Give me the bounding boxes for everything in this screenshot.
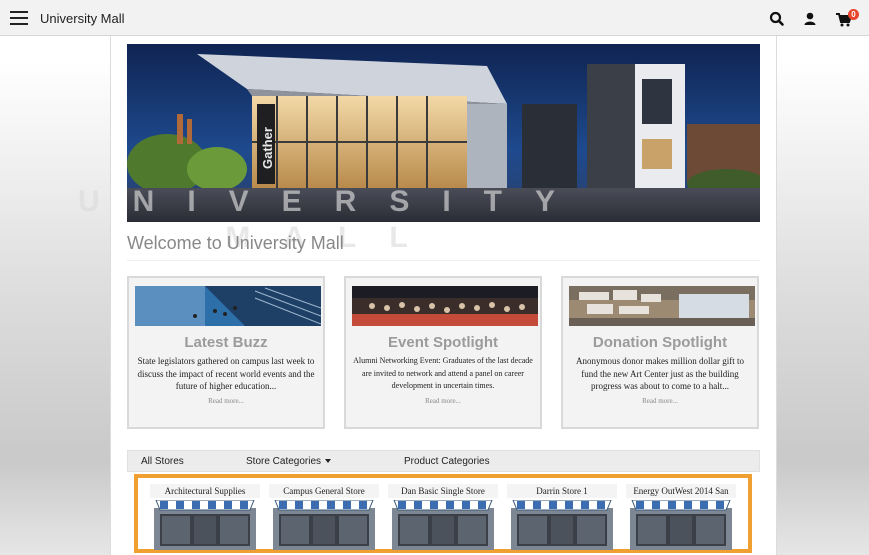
store-name: Campus General Store (269, 484, 379, 498)
read-more-link[interactable]: Read more... (569, 395, 751, 408)
store-name: Architectural Supplies (150, 484, 260, 498)
store-tile[interactable]: Darrin Store 1 (507, 484, 617, 550)
store-name: Darrin Store 1 (507, 484, 617, 498)
app-title: University Mall (40, 11, 125, 26)
stores-carousel: Architectural Supplies Campus General St… (134, 474, 752, 553)
card-title: Event Spotlight (388, 334, 498, 351)
user-icon[interactable] (801, 10, 819, 28)
card-text: Alumni Networking Event: Graduates of th… (353, 356, 533, 390)
gather-sign: Gather (260, 127, 275, 169)
event-spotlight-image (352, 286, 538, 326)
card-text: State legislators gathered on campus las… (137, 356, 315, 391)
read-more-link[interactable]: Read more... (135, 395, 317, 408)
donation-spotlight-image (569, 286, 755, 326)
store-tile[interactable]: Architectural Supplies (150, 484, 260, 550)
store-name: Energy OutWest 2014 San (626, 484, 736, 498)
storefront-icon (630, 500, 732, 550)
page-title: Welcome to University Mall (127, 233, 344, 253)
card-title: Donation Spotlight (592, 334, 728, 351)
storefront-icon (392, 500, 494, 550)
search-icon[interactable] (768, 10, 786, 28)
nav-all-stores[interactable]: All Stores (141, 456, 184, 467)
card-text: Anonymous donor makes million dollar gif… (576, 356, 744, 391)
card-body: State legislators gathered on campus las… (135, 355, 317, 407)
card-latest-buzz[interactable]: Latest Buzz State legislators gathered o… (127, 276, 325, 429)
top-bar: University Mall 0 (0, 0, 869, 36)
store-tile[interactable]: Dan Basic Single Store (388, 484, 498, 550)
storefront-icon (511, 500, 613, 550)
card-event-spotlight[interactable]: Event Spotlight Alumni Networking Event:… (344, 276, 542, 429)
storefront-icon (154, 500, 256, 550)
card-body: Anonymous donor makes million dollar gif… (569, 355, 751, 407)
store-nav-bar: All Stores Store Categories Product Cate… (127, 450, 760, 472)
read-more-link[interactable]: Read more... (352, 395, 534, 408)
latest-buzz-image (135, 286, 321, 326)
cart-count-badge: 0 (848, 9, 859, 20)
store-name: Dan Basic Single Store (388, 484, 498, 498)
store-tile[interactable]: Campus General Store (269, 484, 379, 550)
card-title: Latest Buzz (184, 334, 268, 351)
divider (127, 260, 760, 261)
card-body: Alumni Networking Event: Graduates of th… (352, 355, 534, 407)
hamburger-menu-icon[interactable] (10, 10, 28, 26)
nav-store-categories-label: Store Categories (246, 456, 322, 467)
store-tile[interactable]: Energy OutWest 2014 San (626, 484, 736, 550)
banner-overlay-text: UNIVERSITY MALL (77, 185, 589, 254)
card-donation-spotlight[interactable]: Donation Spotlight Anonymous donor makes… (561, 276, 759, 429)
caret-down-icon (325, 459, 332, 464)
storefront-icon (273, 500, 375, 550)
nav-product-categories[interactable]: Product Categories (404, 456, 490, 467)
nav-store-categories[interactable]: Store Categories (246, 456, 332, 467)
